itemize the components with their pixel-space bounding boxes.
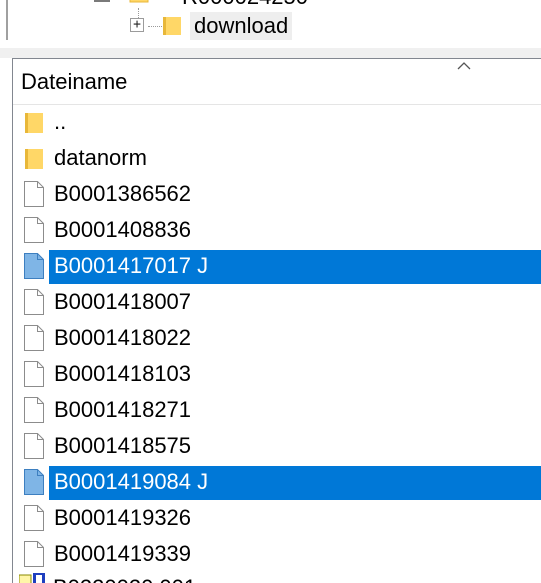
file-row[interactable]: B0001419339 <box>13 536 541 572</box>
file-icon <box>23 505 45 531</box>
column-header-label: Dateiname <box>21 69 128 94</box>
file-list[interactable]: Dateiname .. datanorm B0001386562 B00014088… <box>12 58 541 583</box>
file-icon <box>23 469 45 495</box>
file-row[interactable]: B0001417017 J <box>13 248 541 284</box>
file-icon <box>23 181 45 207</box>
file-icon <box>23 361 45 387</box>
file-name: B0001418007 <box>54 289 192 314</box>
list-item-partial[interactable]: B0220020 001 <box>13 573 541 583</box>
file-name: B0001418022 <box>54 325 192 350</box>
file-row[interactable]: B0001418575 <box>13 428 541 464</box>
folder-row[interactable]: .. <box>13 104 541 140</box>
file-icon <box>23 541 45 567</box>
file-name: B0001419084 J <box>54 469 209 494</box>
folder-icon <box>129 0 149 3</box>
tree-border <box>6 0 8 40</box>
file-rows: .. datanorm B0001386562 B0001408836 B0001417… <box>13 104 541 572</box>
folder-row[interactable]: datanorm <box>13 140 541 176</box>
tree-dotted-connector-horizontal <box>148 26 162 27</box>
folder-icon <box>23 145 45 171</box>
file-name: datanorm <box>54 145 147 170</box>
file-name: B0001386562 <box>54 181 192 206</box>
tree-node-partial-label[interactable]: R000024250 <box>182 0 308 10</box>
expand-node-button[interactable]: + <box>130 18 144 32</box>
database-file-icon <box>19 573 45 583</box>
file-row[interactable]: B0001419326 <box>13 500 541 536</box>
pane-splitter[interactable] <box>0 48 541 58</box>
file-name: B0001419339 <box>54 541 192 566</box>
file-icon <box>23 289 45 315</box>
sort-ascending-icon <box>457 62 471 70</box>
file-row[interactable]: B0001419084 J <box>13 464 541 500</box>
file-row[interactable]: B0001386562 <box>13 176 541 212</box>
file-name: B0001418271 <box>54 397 192 422</box>
file-icon <box>23 217 45 243</box>
tree-connector-line <box>94 0 110 2</box>
file-icon <box>23 325 45 351</box>
file-row[interactable]: B0001418007 <box>13 284 541 320</box>
file-name: B0001408836 <box>54 217 192 242</box>
folder-tree[interactable]: R000024250 + download <box>0 0 541 48</box>
file-row[interactable]: B0001418022 <box>13 320 541 356</box>
file-name: B0001419326 <box>54 505 192 530</box>
file-name: .. <box>54 109 67 134</box>
file-row[interactable]: B0001418103 <box>13 356 541 392</box>
file-icon <box>23 397 45 423</box>
column-header-filename[interactable]: Dateiname <box>13 59 541 105</box>
file-name: B0001418103 <box>54 361 192 386</box>
file-name: B0220020 001 <box>53 573 196 583</box>
file-row[interactable]: B0001408836 <box>13 212 541 248</box>
folder-icon <box>23 109 45 135</box>
file-icon <box>23 433 45 459</box>
file-name: B0001417017 J <box>54 253 209 278</box>
folder-icon <box>163 17 181 35</box>
file-name: B0001418575 <box>54 433 192 458</box>
tree-node-download[interactable]: download <box>190 12 293 40</box>
file-row[interactable]: B0001418271 <box>13 392 541 428</box>
file-icon <box>23 253 45 279</box>
